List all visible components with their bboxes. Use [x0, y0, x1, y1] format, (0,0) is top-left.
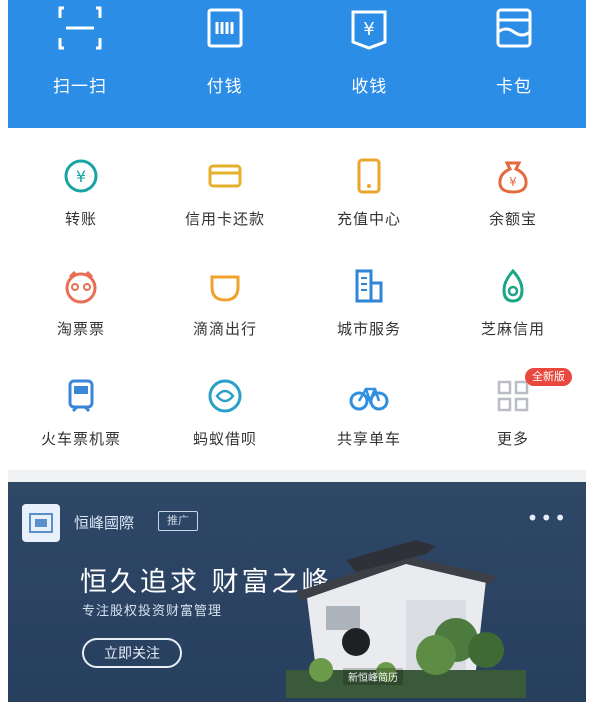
card-wallet-label: 卡包	[495, 77, 532, 97]
service-grid: ¥ 转账 信用卡还款 充值中心 ¥ 余额宝 淘票票 滴滴出行 城市服务 芝麻信用…	[8, 138, 586, 468]
service-label: 芝麻信用	[480, 320, 545, 338]
service-ant-loan[interactable]: 蚂蚁借呗	[160, 358, 290, 468]
service-row: 火车票机票 蚂蚁借呗 共享单车 全新版 更多	[8, 358, 586, 468]
top-action-bar: 扫一扫 付钱 ¥ 收钱 卡包	[8, 0, 586, 128]
ad-subtitle: 专注股权投资财富管理	[82, 604, 223, 619]
section-divider	[8, 470, 586, 482]
receive-label: 收钱	[351, 77, 388, 97]
receive-money-icon: ¥	[343, 2, 395, 54]
service-label: 共享单车	[336, 430, 401, 448]
phone-topup-icon	[349, 156, 389, 196]
city-building-icon	[349, 266, 389, 306]
ad-banner[interactable]: 恒峰國際 推广 ••• 恒久追求 财富之峰 专注股权投资财富管理 立即关注 新恒…	[8, 482, 586, 702]
service-city[interactable]: 城市服务	[304, 248, 434, 358]
scan-label: 扫一扫	[53, 77, 107, 97]
service-topup[interactable]: 充值中心	[304, 138, 434, 248]
service-label: 充值中心	[336, 210, 401, 228]
service-taopiaopiao[interactable]: 淘票票	[16, 248, 146, 358]
pay-button[interactable]: 付钱	[175, 0, 275, 128]
card-wallet-icon	[488, 2, 540, 54]
sesame-credit-icon	[493, 266, 533, 306]
receive-button[interactable]: ¥ 收钱	[319, 0, 419, 128]
card-wallet-button[interactable]: 卡包	[464, 0, 564, 128]
service-label: 信用卡还款	[184, 210, 265, 228]
bottom-strip	[8, 702, 586, 726]
ad-brand-name: 恒峰國際	[74, 514, 135, 532]
service-more[interactable]: 全新版 更多	[448, 358, 578, 468]
service-label: 蚂蚁借呗	[192, 430, 257, 448]
service-label: 淘票票	[56, 320, 105, 338]
service-transfer[interactable]: ¥ 转账	[16, 138, 146, 248]
bicycle-icon	[349, 376, 389, 416]
service-label: 滴滴出行	[192, 320, 257, 338]
follow-button[interactable]: 立即关注	[82, 638, 182, 668]
brand-logo	[22, 504, 60, 542]
taxi-icon	[205, 266, 245, 306]
scan-button[interactable]: 扫一扫	[30, 0, 130, 128]
service-label: 城市服务	[336, 320, 401, 338]
service-didi[interactable]: 滴滴出行	[160, 248, 290, 358]
money-bag-icon: ¥	[493, 156, 533, 196]
service-credit-card[interactable]: 信用卡还款	[160, 138, 290, 248]
ant-loan-icon	[205, 376, 245, 416]
train-icon	[61, 376, 101, 416]
service-row: 淘票票 滴滴出行 城市服务 芝麻信用	[8, 248, 586, 358]
credit-card-icon	[205, 156, 245, 196]
svg-text:¥: ¥	[76, 167, 86, 186]
new-badge: 全新版	[525, 368, 572, 386]
alipay-home: 扫一扫 付钱 ¥ 收钱 卡包 ¥ 转账 信用卡还款 充值中心 ¥ 余额宝 淘票票…	[8, 0, 586, 726]
service-yuebao[interactable]: ¥ 余额宝	[448, 138, 578, 248]
photo-caption: 新恒峰简历	[343, 668, 403, 685]
pay-code-icon	[199, 2, 251, 54]
service-label: 更多	[496, 430, 529, 448]
service-label: 火车票机票	[40, 430, 121, 448]
service-row: ¥ 转账 信用卡还款 充值中心 ¥ 余额宝	[8, 138, 586, 248]
service-label: 余额宝	[488, 210, 537, 228]
service-sesame[interactable]: 芝麻信用	[448, 248, 578, 358]
service-label: 转账	[64, 210, 97, 228]
movie-ticket-icon	[61, 266, 101, 306]
scan-icon	[54, 2, 106, 54]
svg-text:¥: ¥	[364, 19, 375, 40]
service-train[interactable]: 火车票机票	[16, 358, 146, 468]
pay-label: 付钱	[206, 77, 243, 97]
service-bike[interactable]: 共享单车	[304, 358, 434, 468]
transfer-icon: ¥	[61, 156, 101, 196]
svg-text:¥: ¥	[509, 175, 517, 189]
more-options-icon[interactable]: •••	[527, 506, 568, 530]
building-photo	[286, 540, 526, 698]
ad-promo-tag: 推广	[158, 511, 198, 531]
